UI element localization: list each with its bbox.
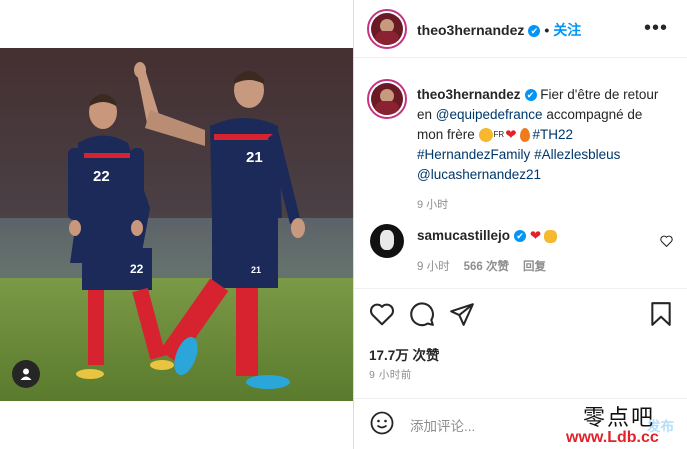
comment-input[interactable]: 添加评论... bbox=[410, 415, 475, 435]
separator-dot: • bbox=[544, 22, 550, 38]
comment-meta: 9 小时 566 次赞 回复 bbox=[417, 258, 560, 274]
comment-time: 9 小时 bbox=[417, 261, 450, 273]
shorts-number: 22 bbox=[130, 262, 144, 276]
caption-username[interactable]: theo3hernandez bbox=[417, 87, 521, 102]
verified-icon: ✔ bbox=[528, 25, 541, 38]
share-icon[interactable] bbox=[449, 301, 475, 332]
verified-icon: ✔ bbox=[524, 89, 537, 102]
post-timestamp[interactable]: 9 小时前 bbox=[369, 367, 412, 382]
post-caption: theo3hernandez ✔ Fier d'être de retour en… bbox=[417, 85, 667, 215]
comment-like-heart-icon[interactable] bbox=[660, 234, 673, 252]
more-options-icon[interactable]: ••• bbox=[644, 18, 668, 38]
post-sidebar: theo3hernandez ✔ • 关注 ••• theo3hernandez ✔ F… bbox=[353, 0, 687, 449]
watermark-title: 零点吧 bbox=[583, 406, 656, 431]
like-count[interactable]: 17.7万 次赞 bbox=[369, 344, 440, 364]
shirt-number: 22 bbox=[93, 168, 110, 185]
caption-time: 9 小时 bbox=[417, 199, 449, 212]
post-media-pane: 22 22 21 21 bbox=[0, 0, 353, 449]
emoji-icon[interactable] bbox=[370, 411, 394, 440]
bookmark-icon[interactable] bbox=[649, 301, 673, 332]
hashtag-link[interactable]: #Allezlesbleus bbox=[534, 147, 620, 162]
post-photo[interactable]: 22 22 21 21 bbox=[0, 48, 353, 401]
red-heart-icon: ❤ bbox=[529, 228, 542, 243]
caption-avatar[interactable] bbox=[367, 79, 407, 119]
comment-username[interactable]: samucastillejo bbox=[417, 228, 510, 243]
hashtag-link[interactable]: #HernandezFamily bbox=[417, 147, 530, 162]
starstruck-emoji-icon bbox=[478, 128, 493, 143]
comment-icon[interactable] bbox=[409, 301, 435, 332]
hashtag-link[interactable]: #TH22 bbox=[533, 127, 574, 142]
action-bar bbox=[354, 288, 687, 339]
header-username[interactable]: theo3hernandez bbox=[417, 22, 524, 38]
follow-button[interactable]: 关注 bbox=[553, 22, 581, 38]
post-header: theo3hernandez ✔ • 关注 ••• bbox=[354, 0, 687, 58]
mention-link[interactable]: @lucashernandez21 bbox=[417, 167, 541, 182]
shirt-number: 21 bbox=[246, 149, 263, 166]
avatar[interactable] bbox=[367, 9, 407, 49]
red-heart-icon: ❤ bbox=[505, 127, 517, 142]
shorts-number: 21 bbox=[251, 265, 261, 275]
photo-players-illustration: 22 22 21 21 bbox=[0, 48, 353, 401]
verified-icon: ✔ bbox=[514, 230, 527, 243]
clap-icon bbox=[544, 229, 558, 243]
comment-likes[interactable]: 566 次赞 bbox=[464, 261, 509, 273]
watermark-url: www.Ldb.cc bbox=[566, 429, 659, 446]
heart-icon[interactable] bbox=[369, 302, 395, 331]
comment-avatar[interactable] bbox=[370, 224, 404, 258]
mention-link[interactable]: @equipedefrance bbox=[436, 107, 543, 122]
comment-item: samucastillejo ✔ ❤ bbox=[417, 226, 657, 246]
user-tag-icon[interactable] bbox=[12, 360, 40, 388]
flag-text: FR bbox=[493, 130, 505, 140]
reply-button[interactable]: 回复 bbox=[523, 261, 546, 273]
fire-icon bbox=[519, 128, 530, 143]
